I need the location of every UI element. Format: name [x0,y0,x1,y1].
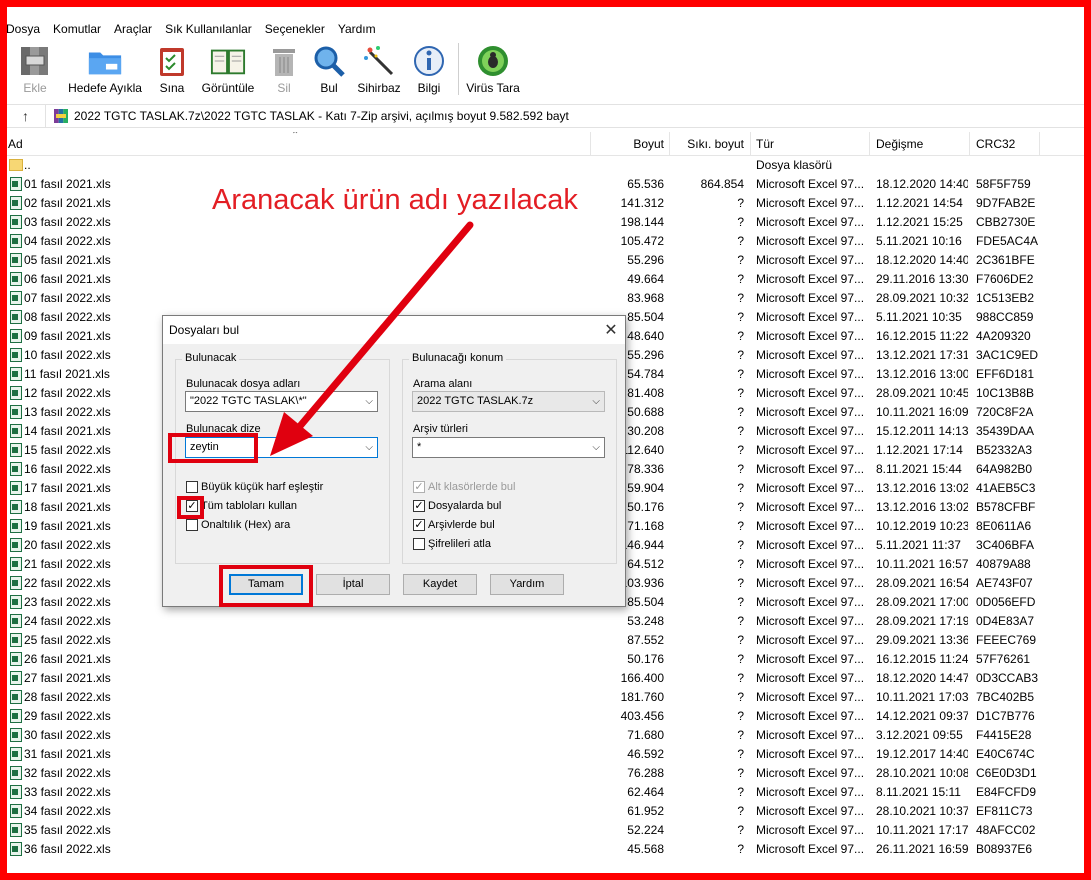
annotation-caption: Aranacak ürün adı yazılacak [212,184,578,216]
annotation-arrow [270,221,474,456]
